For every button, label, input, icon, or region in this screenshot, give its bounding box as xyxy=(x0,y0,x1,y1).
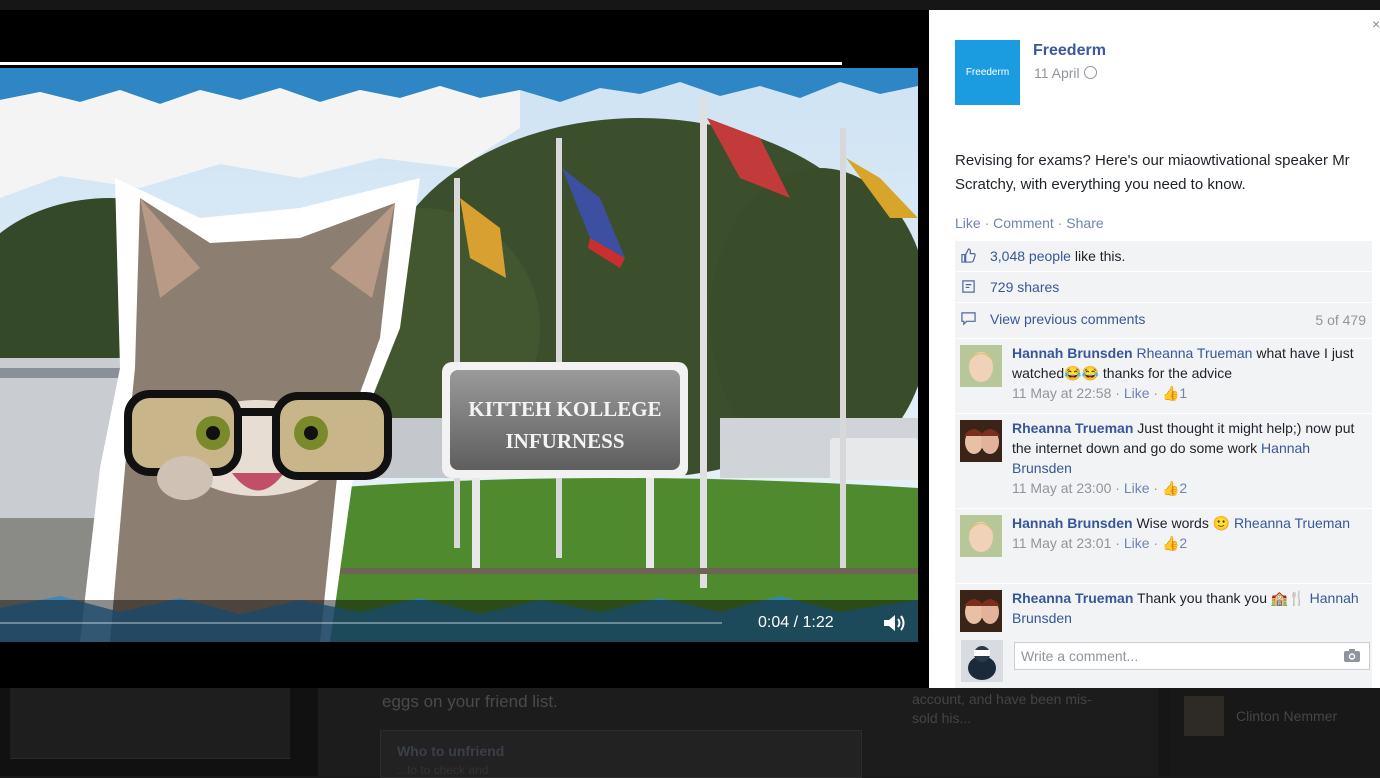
comment-time[interactable]: 11 May at 23:00 xyxy=(1012,480,1111,496)
chat-contact-name: Clinton Nemmer xyxy=(1236,708,1338,724)
like-link[interactable]: Like xyxy=(955,215,981,231)
comment-text: Wise words 🙂 xyxy=(1132,515,1235,531)
video-seek-bar[interactable] xyxy=(0,622,722,624)
post-date-text: 11 April xyxy=(1034,65,1080,81)
comment-item: Rheanna Trueman Just thought it might he… xyxy=(955,414,1372,509)
comments-panel: 3,048 people like this. 729 shares View … xyxy=(955,241,1372,636)
thumbs-up-icon xyxy=(961,248,976,263)
background-right-text: account, and have been mis-sold his... xyxy=(912,691,1092,726)
avatar xyxy=(1184,696,1224,736)
post-actions: Like · Comment · Share xyxy=(955,215,1104,231)
comment-item: Hannah Brunsden Rheanna Trueman what hav… xyxy=(955,339,1372,414)
avatar[interactable] xyxy=(960,420,1002,462)
comment-like-count[interactable]: 2 xyxy=(1179,535,1187,551)
comment-author[interactable]: Rheanna Trueman xyxy=(1012,420,1133,436)
likes-count-link[interactable]: 3,048 people xyxy=(990,248,1071,264)
comment-text: Thank you thank you 🏫🍴 xyxy=(1133,590,1310,606)
comment-bubble-icon xyxy=(961,312,976,326)
likes-suffix: like this. xyxy=(1070,248,1126,264)
comment-composer: Write a comment... xyxy=(955,636,1372,688)
globe-icon xyxy=(1083,66,1097,79)
comment-count: 5 of 479 xyxy=(1315,312,1366,328)
camera-icon[interactable] xyxy=(1343,648,1361,663)
comment-like-count[interactable]: 1 xyxy=(1179,385,1187,401)
comment-like-count[interactable]: 2 xyxy=(1179,480,1187,496)
view-previous-comments-link[interactable]: View previous comments xyxy=(990,311,1145,327)
volume-icon[interactable] xyxy=(882,612,908,634)
page-logo[interactable]: Freederm xyxy=(955,40,1020,105)
comment-input[interactable]: Write a comment... xyxy=(1014,642,1370,670)
sign-text-line2: INFURNESS xyxy=(505,429,624,453)
comment-like-link[interactable]: Like xyxy=(1124,385,1150,401)
view-previous-row: View previous comments 5 of 479 xyxy=(955,304,1372,339)
shares-row: 729 shares xyxy=(955,272,1372,303)
comment-item: Hannah Brunsden Wise words 🙂 Rheanna Tru… xyxy=(955,509,1372,584)
comment-author[interactable]: Rheanna Trueman xyxy=(1012,590,1133,606)
background-text: eggs on your friend list. xyxy=(382,692,558,711)
comment-mention[interactable]: Rheanna Trueman xyxy=(1234,515,1350,531)
avatar[interactable] xyxy=(960,345,1002,387)
comment-like-link[interactable]: Like xyxy=(1124,480,1150,496)
background-card xyxy=(10,688,290,759)
video-time: 0:04 / 1:22 xyxy=(758,614,834,631)
background-main-column: eggs on your friend list. Who to unfrien… xyxy=(318,688,898,778)
likes-row: 3,048 people like this. xyxy=(955,241,1372,272)
comment-input-placeholder: Write a comment... xyxy=(1021,648,1139,664)
share-link[interactable]: Share xyxy=(1066,215,1103,231)
background-box-heading: Who to unfriend xyxy=(397,743,505,759)
post-date[interactable]: 11 April xyxy=(1034,65,1097,81)
page-name-link[interactable]: Freederm xyxy=(1033,42,1106,60)
video-player[interactable]: KITTEH KOLLEGE INFURNESS xyxy=(0,68,918,642)
post-text: Revising for exams? Here's our miaowtiva… xyxy=(955,152,1350,193)
avatar[interactable] xyxy=(960,515,1002,557)
background-box: Who to unfriend ...to to check and xyxy=(380,730,862,778)
avatar[interactable] xyxy=(960,590,1002,632)
comment-link[interactable]: Comment xyxy=(993,215,1054,231)
share-icon xyxy=(962,280,975,293)
shares-link[interactable]: 729 shares xyxy=(990,279,1059,295)
background-left-column xyxy=(0,688,318,776)
video-loading-bar xyxy=(0,62,842,65)
logo-text: Freederm xyxy=(965,67,1010,78)
background-box-sub: ...to to check and xyxy=(397,763,489,777)
comment-time[interactable]: 11 May at 23:01 xyxy=(1012,535,1111,551)
comment-item: Rheanna Trueman Thank you thank you 🏫🍴 H… xyxy=(955,584,1372,636)
avatar xyxy=(961,640,1003,682)
video-frame: KITTEH KOLLEGE INFURNESS xyxy=(0,68,918,642)
comment-like-link[interactable]: Like xyxy=(1124,535,1150,551)
background-chat-list: Clinton Nemmer xyxy=(1170,688,1380,776)
comment-mention[interactable]: Rheanna Trueman xyxy=(1136,345,1252,361)
sign-text-line1: KITTEH KOLLEGE xyxy=(468,397,661,421)
comment-author[interactable]: Hannah Brunsden xyxy=(1012,345,1133,361)
comment-author[interactable]: Hannah Brunsden xyxy=(1012,515,1133,531)
comment-time[interactable]: 11 May at 22:58 xyxy=(1012,385,1111,401)
background-right-column: account, and have been mis-sold his... xyxy=(898,688,1158,776)
close-icon[interactable]: × xyxy=(1372,16,1380,32)
